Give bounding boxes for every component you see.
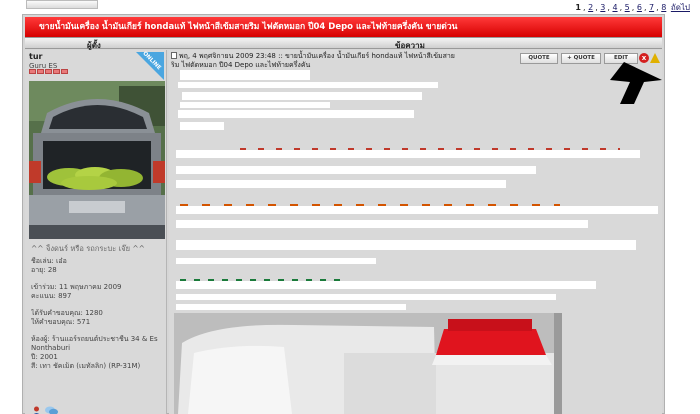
page-link-7[interactable]: 7 bbox=[649, 3, 654, 12]
avatar bbox=[29, 81, 165, 239]
author-likes-received: ได้รับคำขอบคุณ: 1280 bbox=[31, 309, 103, 317]
multiquote-button[interactable]: + QUOTE bbox=[561, 53, 601, 64]
next-page-link[interactable]: ถัดไป bbox=[671, 3, 690, 12]
pagination: 1, 2, 3, 4, 5, 6, 7, 8 ถัดไป bbox=[575, 3, 690, 12]
page-link-5[interactable]: 5 bbox=[625, 3, 630, 12]
redacted-block bbox=[178, 110, 414, 118]
quote-button[interactable]: QUOTE bbox=[520, 53, 558, 64]
post-icon bbox=[171, 52, 177, 59]
oil-bottle-photo bbox=[174, 313, 562, 414]
redacted-block bbox=[178, 82, 438, 88]
redacted-block bbox=[176, 281, 596, 289]
arrow-annotation-icon bbox=[610, 62, 662, 104]
author-color: สี: เทา ชัคเม็ต (เมทัลลิก) (RP-31M) bbox=[31, 362, 141, 370]
top-toolbar-button[interactable] bbox=[26, 0, 98, 9]
redacted-block bbox=[176, 180, 506, 188]
redacted-block bbox=[180, 102, 330, 108]
author-joined: เข้าร่วม: 11 พฤษภาคม 2009 bbox=[31, 283, 122, 291]
car-trunk-photo bbox=[29, 81, 165, 239]
author-profile: ^^ จิ้งดนร์ หรือ รถกระบะ เจ๊ย ^^ ชื่อเล่… bbox=[31, 244, 165, 371]
page-link-8[interactable]: 8 bbox=[661, 3, 666, 12]
author-points: คะแนน: 897 bbox=[31, 292, 72, 300]
author-year: ปี: 2001 bbox=[31, 353, 58, 361]
table-header: ผู้ตั้ง ข้อความ bbox=[25, 37, 662, 50]
author-sidebar: tur Guru ES ONLINE ^^ จิ้งดนร์ หรือ รถกร… bbox=[25, 50, 167, 414]
profile-icons bbox=[31, 406, 58, 414]
author-location: Nonthaburi bbox=[31, 344, 71, 352]
author-username[interactable]: tur bbox=[29, 52, 42, 61]
page-link-4[interactable]: 4 bbox=[612, 3, 617, 12]
pm-icon[interactable] bbox=[45, 406, 58, 414]
author-shop: ห้องผู้: ร้านแอร์รถยนต์ประชาชื่น 34 & Es bbox=[31, 335, 158, 343]
product-photo bbox=[174, 313, 562, 414]
redacted-block bbox=[176, 150, 640, 158]
page-link-2[interactable]: 2 bbox=[588, 3, 593, 12]
redacted-block bbox=[180, 122, 224, 130]
redacted-block bbox=[176, 166, 536, 174]
redacted-block bbox=[180, 70, 310, 80]
redacted-block bbox=[176, 294, 556, 300]
author-signature-link[interactable]: ^^ จิ้งดนร์ หรือ รถกระบะ เจ๊ย ^^ bbox=[31, 244, 165, 253]
rank-stars bbox=[29, 69, 73, 75]
profile-icon[interactable] bbox=[31, 406, 42, 414]
post-meta-line2: ริม ไฟตัดหมอก ปี04 Depo และไฟท้ายครึ่งคั… bbox=[171, 61, 311, 69]
author-likes-given: ให้คำขอบคุณ: 571 bbox=[31, 318, 91, 326]
author-name: ชื่อเล่น: เอ๋อ bbox=[31, 257, 67, 265]
top-strip: 1, 2, 3, 4, 5, 6, 7, 8 ถัดไป bbox=[0, 0, 700, 14]
page-link-6[interactable]: 6 bbox=[637, 3, 642, 12]
redacted-block bbox=[176, 206, 658, 214]
page-link-3[interactable]: 3 bbox=[600, 3, 605, 12]
redacted-block bbox=[176, 304, 406, 310]
topic-title: ขายน้ำมันเครื่อง น้ำมันเกียร์ hondaแท้ ไ… bbox=[25, 17, 662, 37]
post-meta-line1: พฤ, 4 พฤศจิกายน 2009 23:48 :: ขายน้ำมันเ… bbox=[179, 52, 455, 60]
redacted-block bbox=[176, 220, 588, 228]
author-age: อายุ: 28 bbox=[31, 266, 57, 274]
redacted-block bbox=[176, 258, 376, 264]
post-meta: พฤ, 4 พฤศจิกายน 2009 23:48 :: ขายน้ำมันเ… bbox=[171, 52, 511, 70]
redacted-block bbox=[176, 240, 636, 250]
page-link-1[interactable]: 1 bbox=[575, 3, 581, 12]
redacted-block bbox=[182, 92, 422, 100]
